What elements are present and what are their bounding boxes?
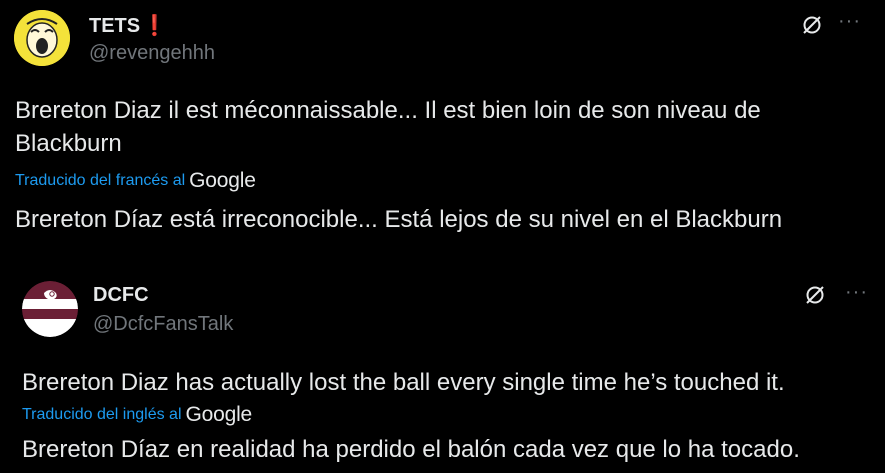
avatar[interactable] <box>22 281 78 337</box>
tweet-1[interactable]: TETS ❗ @revengehhh ··· Brereton Diaz il e… <box>0 0 885 240</box>
display-name[interactable]: DCFC <box>93 284 149 307</box>
avatar[interactable] <box>14 10 70 66</box>
more-options-icon[interactable]: ··· <box>838 10 861 33</box>
user-handle[interactable]: @revengehhh <box>89 42 215 65</box>
translated-text: Brereton Díaz en realidad ha perdido el … <box>22 436 800 463</box>
more-options-icon[interactable]: ··· <box>845 281 868 304</box>
grok-glyph <box>806 286 824 304</box>
translation-attribution[interactable]: Traducido del inglés al Google <box>22 403 252 427</box>
google-logo: Google <box>185 403 253 426</box>
translated-text: Brereton Díaz está irreconocible... Está… <box>15 206 783 233</box>
google-logo: Google <box>189 169 256 192</box>
tweet-text: Brereton Diaz il est méconnaissable... I… <box>15 97 761 157</box>
screaming-face-icon <box>14 10 70 66</box>
ram-crest-icon <box>22 281 78 337</box>
user-handle[interactable]: @DcfcFansTalk <box>93 313 233 336</box>
tweet-text: Brereton Diaz has actually lost the ball… <box>22 369 785 396</box>
display-name[interactable]: TETS ❗ <box>89 13 167 38</box>
badge-icon: ❗ <box>142 15 168 37</box>
translation-attribution[interactable]: Traducido del francés al Google <box>15 169 256 193</box>
grok-icon[interactable] <box>801 281 829 309</box>
grok-icon[interactable] <box>798 11 826 39</box>
grok-glyph <box>803 16 821 34</box>
